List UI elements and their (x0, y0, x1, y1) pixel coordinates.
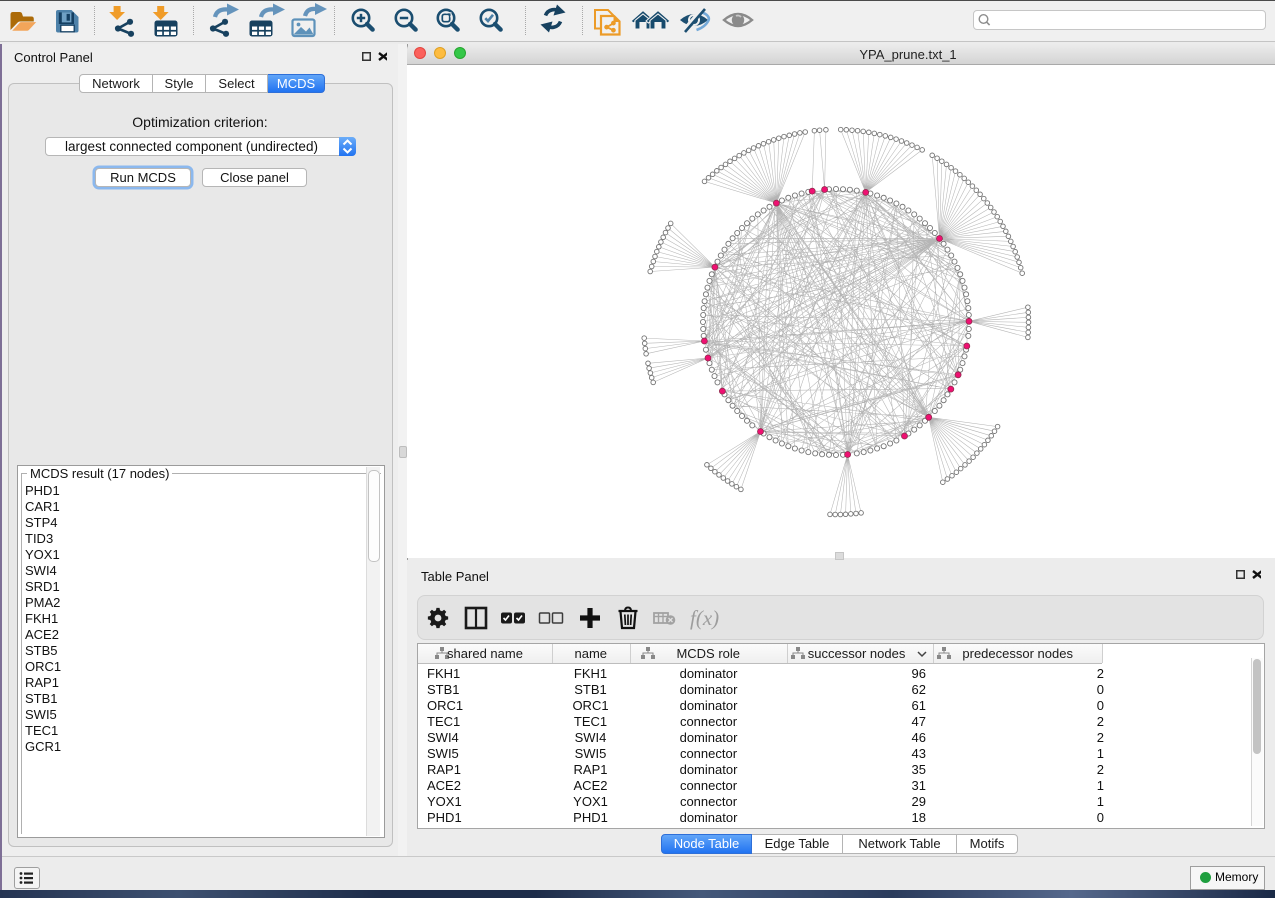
svg-text:f(x): f(x) (690, 606, 719, 630)
